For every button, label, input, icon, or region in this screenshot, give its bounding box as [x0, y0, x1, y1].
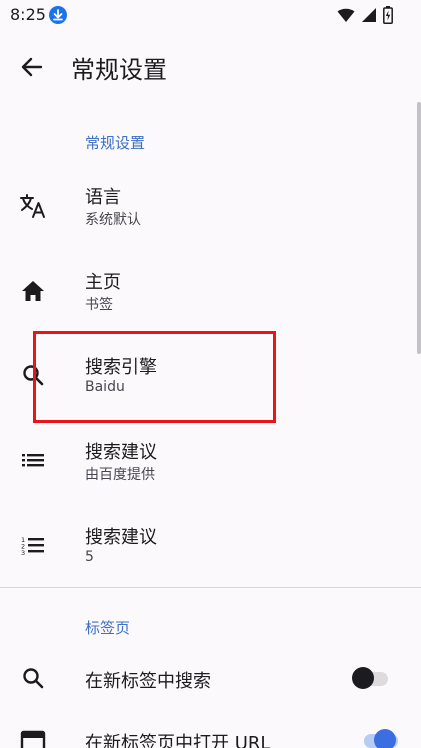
- toggle-thumb: [374, 729, 396, 748]
- pref-title: 语言: [85, 187, 121, 208]
- pref-language[interactable]: 语言 系统默认: [0, 170, 421, 242]
- pref-title: 在新标签中搜索: [85, 671, 211, 692]
- pref-title: 主页: [85, 272, 121, 293]
- page-title: 常规设置: [71, 56, 167, 84]
- svg-text:3: 3: [21, 549, 25, 557]
- section-divider: [0, 587, 421, 588]
- pref-title: 搜索建议: [85, 442, 157, 463]
- pref-summary: 系统默认: [85, 212, 141, 228]
- scrollbar[interactable]: [417, 102, 421, 354]
- section-header-general: 常规设置: [85, 134, 146, 152]
- status-time: 8:25: [10, 5, 46, 24]
- status-bar: 8:25: [0, 0, 421, 30]
- pref-homepage[interactable]: 主页 书签: [0, 255, 421, 327]
- download-icon: [49, 6, 67, 24]
- pref-title: 搜索建议: [85, 527, 157, 548]
- section-header-tabs: 标签页: [85, 619, 131, 637]
- pref-open-url-in-new-tab[interactable]: 在新标签页中打开 URL: [0, 718, 421, 748]
- app-bar: 常规设置: [0, 30, 421, 102]
- home-icon: [19, 277, 47, 305]
- toggle-thumb: [352, 667, 374, 689]
- numbered-list-icon: 123: [19, 531, 47, 559]
- signal-icon: [361, 7, 377, 27]
- pref-title: 在新标签页中打开 URL: [85, 733, 271, 748]
- pref-search-suggestions[interactable]: 搜索建议 由百度提供: [0, 425, 421, 497]
- search-in-new-tab-toggle[interactable]: [350, 666, 390, 690]
- pref-summary: 书签: [85, 297, 113, 313]
- open-url-in-new-tab-toggle[interactable]: [360, 728, 400, 748]
- tab-icon: [19, 729, 47, 748]
- search-icon: [19, 664, 47, 692]
- translate-icon: [19, 192, 47, 220]
- highlight-box: [33, 331, 276, 423]
- pref-summary: 由百度提供: [85, 467, 155, 483]
- pref-search-in-new-tab[interactable]: 在新标签中搜索: [0, 652, 421, 708]
- battery-charging-icon: [383, 6, 393, 28]
- list-icon: [19, 446, 47, 474]
- pref-summary: 5: [85, 549, 94, 565]
- arrow-back-icon[interactable]: [18, 53, 46, 81]
- wifi-icon: [337, 7, 355, 27]
- pref-suggestion-count[interactable]: 123 搜索建议 5: [0, 510, 421, 582]
